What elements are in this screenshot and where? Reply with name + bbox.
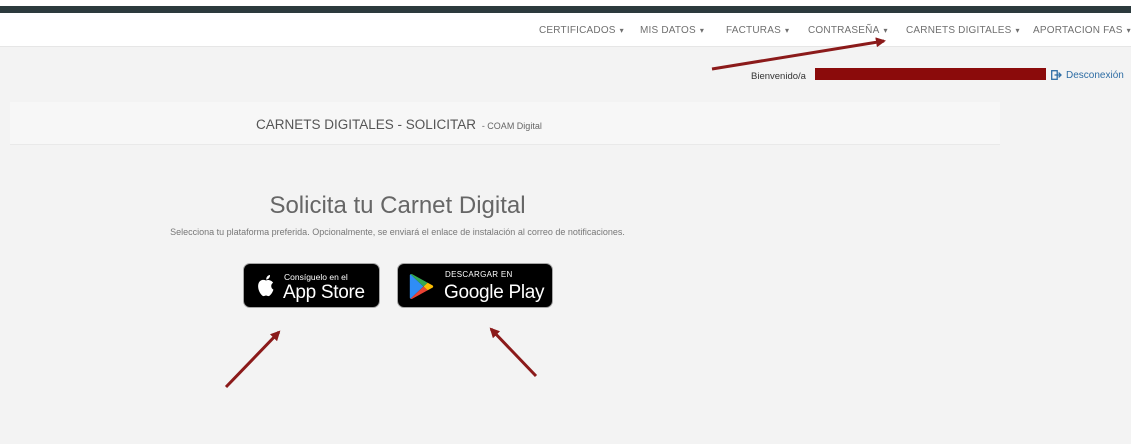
google-play-icon — [409, 273, 435, 305]
page-subtitle: - COAM Digital — [481, 121, 542, 131]
page-title: CARNETS DIGITALES - SOLICITAR - COAM Dig… — [256, 117, 542, 132]
page-title-text: CARNETS DIGITALES - SOLICITAR — [256, 117, 477, 132]
arrow-to-google-play — [489, 327, 538, 378]
app-store-small-text: Consíguelo en el — [284, 272, 348, 282]
nav-facturas[interactable]: FACTURAS ▾ — [726, 25, 789, 36]
logout-link[interactable]: Desconexión — [1051, 70, 1124, 83]
nav-contrasena[interactable]: CONTRASEÑA ▾ — [808, 25, 888, 36]
google-play-button[interactable]: DESCARGAR EN Google Play — [397, 263, 553, 308]
nav-label: APORTACION FAS — [1033, 25, 1123, 36]
apple-icon — [255, 274, 277, 304]
nav-mis-datos[interactable]: MIS DATOS ▾ — [640, 25, 704, 36]
welcome-text: Bienvenido/a — [751, 71, 806, 82]
caret-down-icon: ▾ — [1126, 26, 1131, 35]
main-heading: Solicita tu Carnet Digital — [269, 192, 526, 219]
logout-label: Desconexión — [1066, 70, 1124, 81]
app-store-button[interactable]: Consíguelo en el App Store — [243, 263, 380, 308]
sign-out-icon — [1051, 70, 1062, 83]
caret-down-icon: ▾ — [883, 26, 888, 35]
caret-down-icon: ▾ — [784, 26, 790, 35]
redacted-username — [815, 68, 1046, 80]
nav-carnets-digitales[interactable]: CARNETS DIGITALES ▾ — [906, 25, 1020, 36]
caret-down-icon: ▾ — [619, 26, 624, 35]
nav-aportacion-fas[interactable]: APORTACION FAS ▾ — [1033, 25, 1131, 36]
nav-label: CARNETS DIGITALES — [906, 25, 1012, 36]
nav-label: FACTURAS — [726, 25, 781, 36]
app-store-big-text: App Store — [283, 282, 365, 303]
platform-description: Selecciona tu plataforma preferida. Opci… — [170, 227, 625, 237]
caret-down-icon: ▾ — [699, 26, 705, 35]
caret-down-icon: ▾ — [1015, 26, 1020, 35]
nav-label: CONTRASEÑA — [808, 25, 880, 36]
google-play-big-text: Google Play — [444, 282, 545, 303]
nav-label: CERTIFICADOS — [539, 25, 616, 36]
nav-label: MIS DATOS — [640, 25, 696, 36]
annotation-arrows — [224, 37, 886, 389]
top-dark-strip — [0, 6, 1131, 13]
arrow-to-app-store — [224, 330, 281, 389]
top-bar — [0, 0, 1131, 13]
google-play-small-text: DESCARGAR EN — [445, 270, 513, 279]
main-navbar: CERTIFICADOS ▾ MIS DATOS ▾ FACTURAS ▾ CONTR… — [0, 13, 1131, 47]
nav-certificados[interactable]: CERTIFICADOS ▾ — [539, 25, 624, 36]
